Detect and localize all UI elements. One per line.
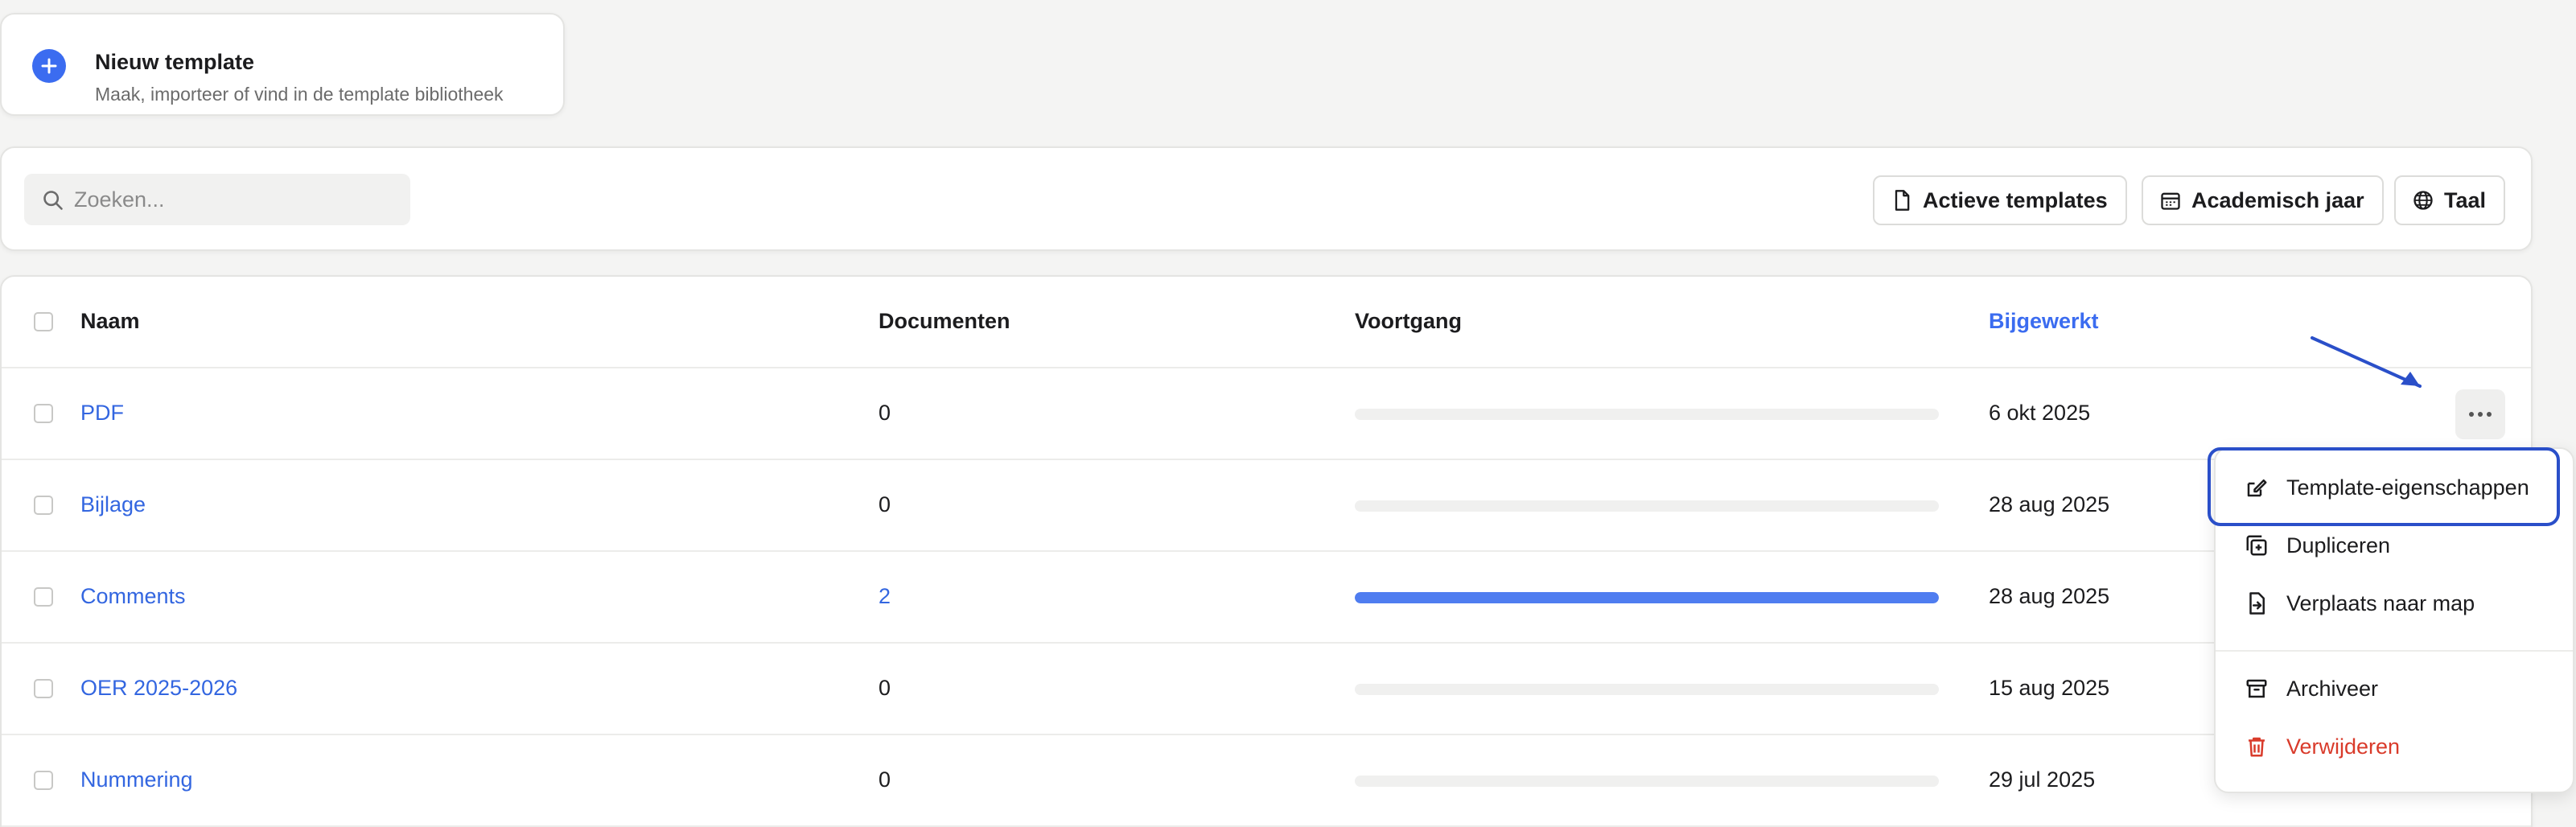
menu-divider bbox=[2216, 650, 2573, 652]
select-all-checkbox[interactable] bbox=[34, 312, 53, 331]
filter-language-label: Taal bbox=[2444, 187, 2487, 212]
column-header-name[interactable]: Naam bbox=[80, 309, 140, 334]
table-row[interactable]: Comments 2 28 aug 2025 bbox=[2, 552, 2531, 644]
globe-icon bbox=[2413, 191, 2433, 210]
column-header-progress[interactable]: Voortgang bbox=[1355, 309, 1462, 334]
more-horizontal-icon bbox=[2469, 412, 2492, 417]
table-header-row: Naam Documenten Voortgang Bijgewerkt bbox=[2, 277, 2531, 368]
new-template-title: Nieuw template bbox=[95, 50, 255, 74]
context-menu: Template-eigenschappen Dupliceren Verpla… bbox=[2214, 447, 2574, 793]
archive-icon bbox=[2246, 679, 2267, 698]
progress-bar bbox=[1355, 500, 1939, 512]
progress-bar bbox=[1355, 409, 1939, 420]
filter-toolbar: Actieve templates Academisch jaar Taal bbox=[0, 146, 2533, 251]
trash-icon bbox=[2249, 737, 2265, 757]
menu-item-template-properties[interactable]: Template-eigenschappen bbox=[2216, 462, 2573, 513]
template-name-link[interactable]: Comments bbox=[80, 584, 186, 609]
menu-item-duplicate[interactable]: Dupliceren bbox=[2216, 520, 2573, 571]
document-count: 0 bbox=[879, 492, 891, 516]
document-count: 0 bbox=[879, 676, 891, 700]
menu-item-archive[interactable]: Archiveer bbox=[2216, 663, 2573, 714]
calendar-icon bbox=[2161, 192, 2180, 210]
filter-active-templates-label: Actieve templates bbox=[1923, 187, 2108, 212]
updated-date: 15 aug 2025 bbox=[1989, 676, 2110, 700]
updated-date: 28 aug 2025 bbox=[1989, 584, 2110, 608]
updated-date: 6 okt 2025 bbox=[1989, 401, 2091, 425]
template-name-link[interactable]: PDF bbox=[80, 401, 124, 426]
move-file-icon bbox=[2249, 592, 2265, 615]
search-box[interactable] bbox=[24, 174, 410, 225]
search-input[interactable] bbox=[74, 174, 396, 225]
duplicate-icon bbox=[2246, 535, 2267, 556]
column-header-documents[interactable]: Documenten bbox=[879, 309, 1010, 334]
search-icon bbox=[43, 191, 63, 210]
new-template-subtitle: Maak, importeer of vind in de template b… bbox=[95, 84, 504, 105]
row-checkbox[interactable] bbox=[34, 771, 53, 790]
menu-item-label: Verplaats naar map bbox=[2286, 590, 2475, 615]
row-checkbox[interactable] bbox=[34, 587, 53, 607]
table-row[interactable]: OER 2025-2026 0 15 aug 2025 bbox=[2, 644, 2531, 735]
edit-icon bbox=[2247, 479, 2267, 497]
filter-active-templates-button[interactable]: Actieve templates bbox=[1873, 175, 2127, 225]
menu-item-delete[interactable]: Verwijderen bbox=[2216, 721, 2573, 772]
menu-item-label: Dupliceren bbox=[2286, 533, 2391, 558]
filter-language-button[interactable]: Taal bbox=[2394, 175, 2506, 225]
document-icon bbox=[1895, 190, 1910, 211]
menu-item-label: Verwijderen bbox=[2286, 734, 2401, 759]
document-count: 0 bbox=[879, 401, 891, 425]
table-row[interactable]: Bijlage 0 28 aug 2025 bbox=[2, 460, 2531, 552]
more-actions-button[interactable] bbox=[2455, 389, 2505, 439]
table-row[interactable]: Nummering 0 29 jul 2025 bbox=[2, 735, 2531, 827]
row-checkbox[interactable] bbox=[34, 496, 53, 515]
progress-bar bbox=[1355, 592, 1939, 603]
filter-academic-year-label: Academisch jaar bbox=[2191, 187, 2364, 212]
progress-bar-fill bbox=[1355, 592, 1939, 603]
progress-bar bbox=[1355, 776, 1939, 787]
document-count[interactable]: 2 bbox=[879, 584, 891, 609]
row-checkbox[interactable] bbox=[34, 404, 53, 423]
row-checkbox[interactable] bbox=[34, 679, 53, 698]
table-row[interactable]: PDF 0 6 okt 2025 bbox=[2, 368, 2531, 460]
new-template-card[interactable]: Nieuw template Maak, importeer of vind i… bbox=[0, 13, 565, 116]
filter-academic-year-button[interactable]: Academisch jaar bbox=[2142, 175, 2384, 225]
menu-item-label: Archiveer bbox=[2286, 676, 2379, 701]
column-header-updated[interactable]: Bijgewerkt bbox=[1989, 309, 2099, 334]
template-name-link[interactable]: Nummering bbox=[80, 767, 193, 792]
progress-bar bbox=[1355, 684, 1939, 695]
plus-circle-icon bbox=[32, 49, 66, 83]
menu-item-move-to-folder[interactable]: Verplaats naar map bbox=[2216, 578, 2573, 629]
updated-date: 28 aug 2025 bbox=[1989, 492, 2110, 516]
updated-date: 29 jul 2025 bbox=[1989, 767, 2096, 792]
template-name-link[interactable]: Bijlage bbox=[80, 492, 146, 517]
annotation-arrow-icon bbox=[2311, 336, 2422, 388]
document-count: 0 bbox=[879, 767, 891, 792]
menu-item-label: Template-eigenschappen bbox=[2286, 475, 2529, 500]
templates-table: Naam Documenten Voortgang Bijgewerkt PDF… bbox=[0, 275, 2533, 827]
template-name-link[interactable]: OER 2025-2026 bbox=[80, 676, 237, 701]
